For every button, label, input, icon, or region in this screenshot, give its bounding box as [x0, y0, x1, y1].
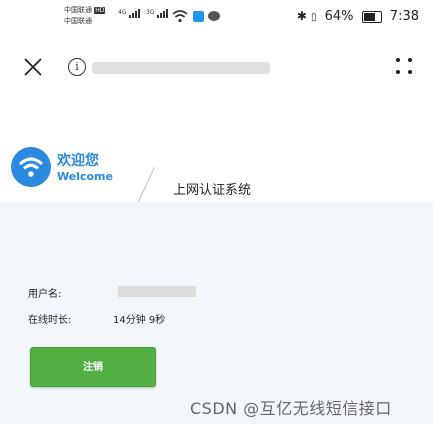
carrier-1-label: 中国联通: [64, 6, 92, 14]
bluetooth-icon: ✱: [296, 9, 307, 23]
welcome-subtitle: Welcome: [57, 170, 113, 183]
signal-2-label: 3G: [146, 9, 155, 16]
status-right: ✱ ▯ 64% 7:38: [293, 9, 419, 24]
more-icon[interactable]: [396, 58, 414, 76]
clock: 7:38: [389, 9, 419, 24]
username-value: [118, 286, 196, 297]
wifi-logo-icon: [11, 147, 51, 187]
close-icon[interactable]: [22, 56, 44, 78]
carrier-info: 中国联通 HD 中国联通: [64, 5, 106, 26]
battery-icon: [361, 10, 382, 23]
status-bar: 中国联通 HD 中国联通 4G 3G ✱ ▯ 64% 7:38: [0, 0, 433, 36]
carrier-2-label: 中国联通: [64, 17, 92, 25]
page-title: 上网认证系统: [173, 183, 252, 198]
wifi-icon: [172, 10, 188, 23]
watermark: CSDN @互亿无线短信接口: [190, 399, 392, 418]
online-time-label: 在线时长:: [28, 315, 72, 326]
battery-percent: 64%: [324, 9, 354, 24]
welcome-title: 欢迎您: [57, 153, 99, 169]
header-divider: [137, 167, 155, 202]
logout-button[interactable]: 注销: [30, 347, 156, 387]
username-label: 用户名:: [28, 289, 62, 300]
online-time-value: 14分钟 9秒: [113, 315, 166, 326]
signal-2-icon: 3G: [146, 9, 169, 18]
url-field[interactable]: [92, 62, 270, 74]
info-icon[interactable]: i: [68, 58, 86, 76]
hd-badge: HD: [94, 7, 106, 14]
signal-1-label: 4G: [118, 9, 127, 16]
vibrate-icon: ▯: [310, 12, 317, 23]
app-notification-icon: [193, 11, 204, 22]
message-icon: [208, 11, 220, 21]
signal-1-icon: 4G: [118, 9, 141, 18]
